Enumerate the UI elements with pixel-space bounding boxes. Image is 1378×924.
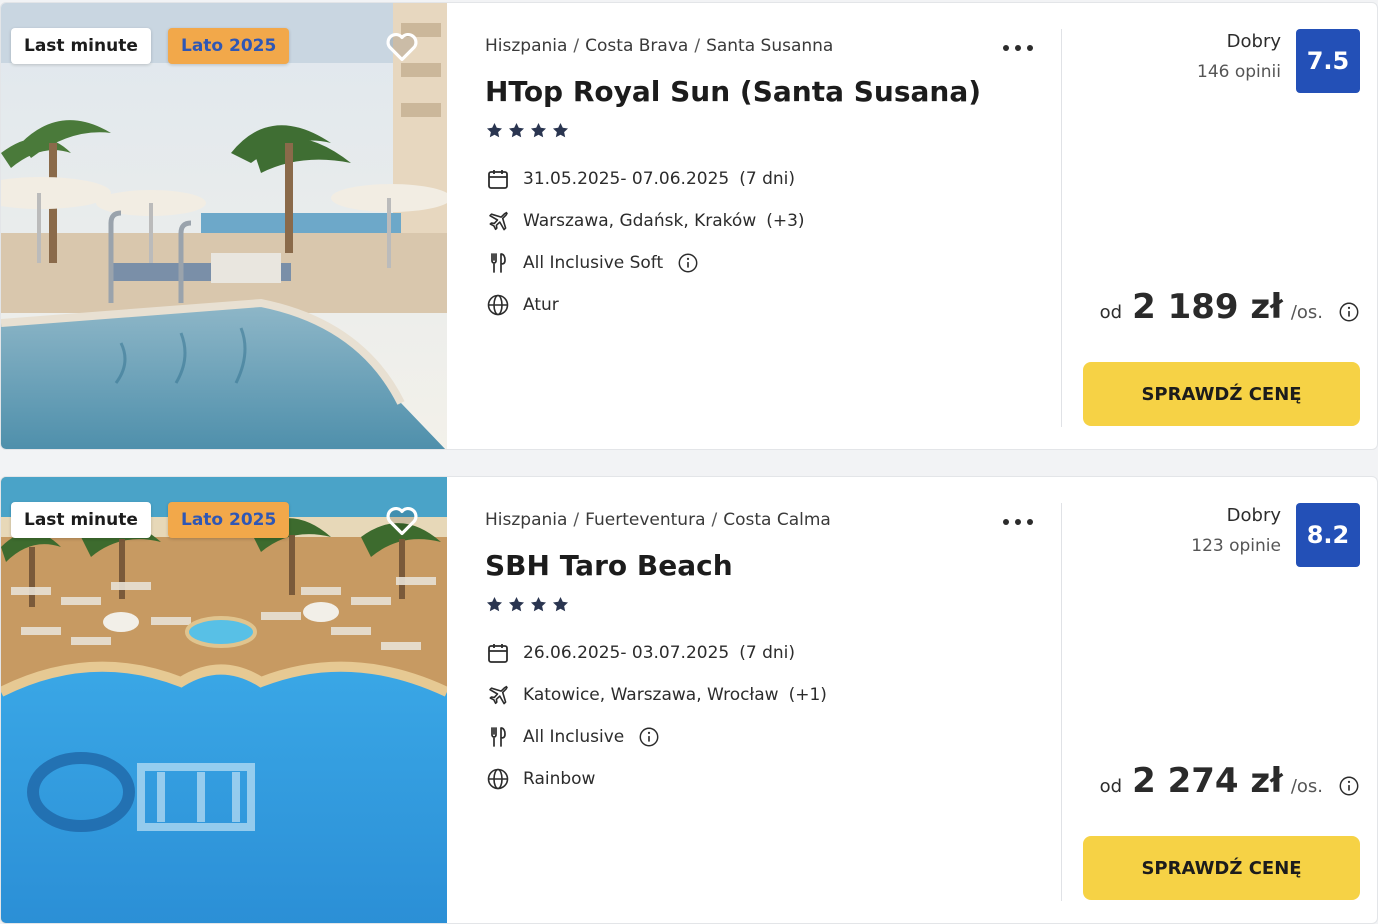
info-icon[interactable] (677, 252, 699, 274)
star-icon (552, 122, 569, 138)
price-prefix: od (1099, 302, 1123, 323)
duration-text: (7 dni) (739, 169, 795, 189)
board-row: All Inclusive (485, 724, 660, 750)
divider (1061, 29, 1062, 427)
star-icon (508, 596, 525, 612)
globe-icon (487, 768, 509, 790)
offer-info: Hiszpania / Costa Brava / Santa Susanna HTop… (485, 3, 1045, 449)
departures-text: Warszawa, Gdańsk, Kraków (523, 211, 757, 231)
breadcrumb-city[interactable]: Santa Susanna (706, 36, 833, 56)
offer-card[interactable]: Last minute Lato 2025 Hiszpania / Costa Br… (0, 2, 1378, 450)
dates-row: 31.05.2025- 07.06.2025 (7 dni) (485, 166, 795, 192)
hotel-photo-pool-image (1, 477, 447, 923)
info-icon[interactable] (638, 726, 660, 748)
star-icon (530, 122, 547, 138)
calendar-icon (488, 644, 508, 663)
star-icon (486, 596, 503, 612)
breadcrumb: Hiszpania / Fuerteventura / Costa Calma (485, 510, 831, 530)
divider (1061, 503, 1062, 901)
operator-text: Atur (523, 295, 559, 315)
price-suffix: /os. (1290, 776, 1323, 797)
hotel-photo[interactable] (1, 477, 447, 923)
plane-icon (489, 685, 508, 705)
departures-row: Katowice, Warszawa, Wrocław (+1) (485, 682, 827, 708)
reviews-count[interactable]: 146 opinii (1197, 62, 1281, 82)
rating-label: Dobry (1226, 505, 1281, 526)
breadcrumb-city[interactable]: Costa Calma (723, 510, 831, 530)
departures-text: Katowice, Warszawa, Wrocław (523, 685, 779, 705)
rating-score-badge: 8.2 (1296, 503, 1360, 567)
price-amount: 2 274 zł (1132, 761, 1283, 801)
season-badge: Lato 2025 (168, 28, 290, 64)
price-block: od 2 189 zł /os. (1100, 287, 1323, 327)
breadcrumb-country[interactable]: Hiszpania (485, 510, 567, 530)
dates-row: 26.06.2025- 03.07.2025 (7 dni) (485, 640, 795, 666)
breadcrumb-separator: / (573, 36, 580, 56)
rating-score-badge: 7.5 (1296, 29, 1360, 93)
hotel-photo-pool-image (1, 3, 447, 449)
star-icon (508, 122, 525, 138)
more-dots-icon[interactable] (1001, 36, 1035, 60)
duration-text: (7 dni) (739, 643, 795, 663)
hotel-photo[interactable] (1, 3, 447, 449)
board-row: All Inclusive Soft (485, 250, 699, 276)
hotel-stars (485, 121, 570, 143)
heart-icon[interactable] (383, 27, 421, 65)
check-price-button[interactable]: SPRAWDŹ CENĘ (1083, 362, 1360, 426)
breadcrumb: Hiszpania / Costa Brava / Santa Susanna (485, 36, 833, 56)
more-dots-icon[interactable] (1001, 510, 1035, 534)
breadcrumb-separator: / (711, 510, 718, 530)
dates-text: 31.05.2025- 07.06.2025 (523, 169, 730, 189)
price-amount: 2 189 zł (1132, 287, 1283, 327)
departures-row: Warszawa, Gdańsk, Kraków (+3) (485, 208, 805, 234)
hotel-stars (485, 595, 570, 617)
offer-card[interactable]: Last minute Lato 2025 Hiszpania / Fuerteve… (0, 476, 1378, 924)
plane-icon (489, 211, 508, 231)
info-icon[interactable] (1338, 775, 1360, 797)
board-text: All Inclusive (523, 727, 625, 747)
season-badge: Lato 2025 (168, 502, 290, 538)
operator-row: Atur (485, 292, 559, 318)
globe-icon (487, 294, 509, 316)
price-suffix: /os. (1290, 302, 1323, 323)
last-minute-badge: Last minute (11, 502, 151, 538)
offer-info: Hiszpania / Fuerteventura / Costa Calma SBH … (485, 477, 1045, 923)
star-icon (530, 596, 547, 612)
board-text: All Inclusive Soft (523, 253, 664, 273)
operator-row: Rainbow (485, 766, 595, 792)
hotel-name[interactable]: HTop Royal Sun (Santa Susana) (485, 75, 981, 108)
info-icon[interactable] (1338, 301, 1360, 323)
star-icon (552, 596, 569, 612)
reviews-count[interactable]: 123 opinie (1191, 536, 1281, 556)
breadcrumb-region[interactable]: Costa Brava (585, 36, 688, 56)
rating-label: Dobry (1226, 31, 1281, 52)
last-minute-badge: Last minute (11, 28, 151, 64)
operator-text: Rainbow (523, 769, 596, 789)
calendar-icon (488, 170, 508, 189)
breadcrumb-separator: / (694, 36, 701, 56)
check-price-button[interactable]: SPRAWDŹ CENĘ (1083, 836, 1360, 900)
dates-text: 26.06.2025- 03.07.2025 (523, 643, 730, 663)
price-prefix: od (1099, 776, 1123, 797)
cutlery-icon (491, 253, 506, 273)
cutlery-icon (491, 727, 506, 747)
departures-more[interactable]: (+3) (766, 211, 804, 231)
star-icon (486, 122, 503, 138)
hotel-name[interactable]: SBH Taro Beach (485, 549, 733, 582)
breadcrumb-region[interactable]: Fuerteventura (585, 510, 705, 530)
heart-icon[interactable] (383, 501, 421, 539)
breadcrumb-separator: / (573, 510, 580, 530)
price-block: od 2 274 zł /os. (1100, 761, 1323, 801)
breadcrumb-country[interactable]: Hiszpania (485, 36, 567, 56)
departures-more[interactable]: (+1) (789, 685, 827, 705)
